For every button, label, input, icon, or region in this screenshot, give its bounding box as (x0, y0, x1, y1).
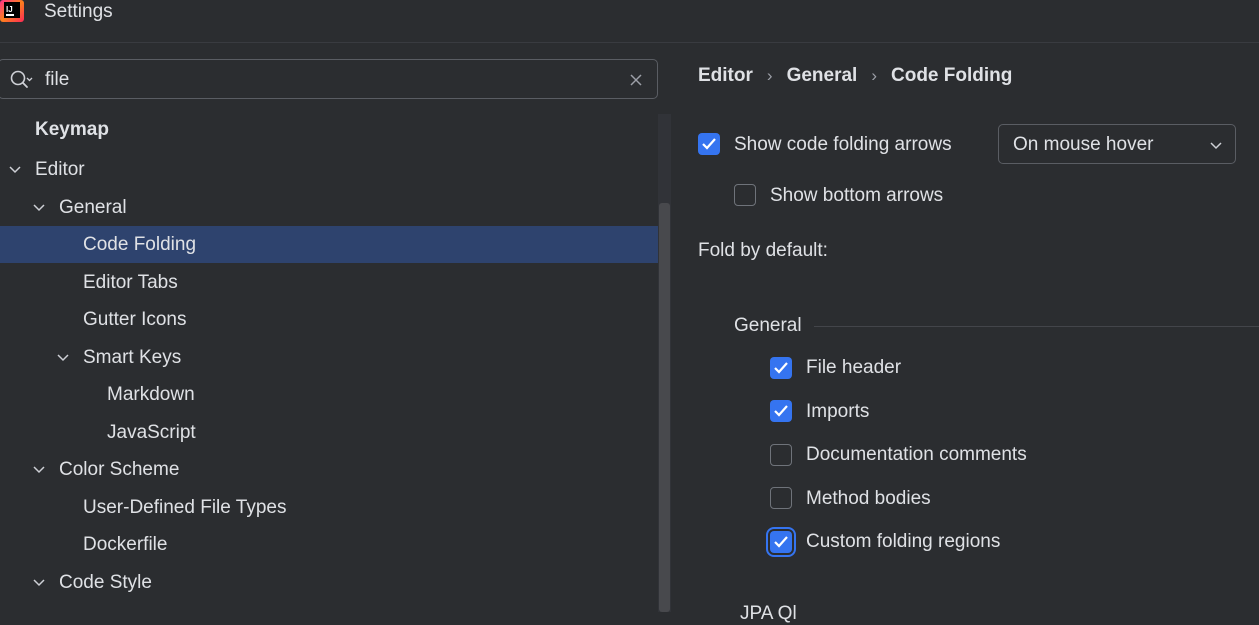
tree-item[interactable]: Color Scheme (0, 451, 671, 488)
tree-item[interactable]: Code Folding (0, 226, 671, 263)
tree-item-label: User-Defined File Types (83, 497, 287, 518)
general-section-title: General (734, 315, 802, 336)
chevron-down-icon[interactable] (32, 463, 46, 477)
tree-item[interactable]: Dockerfile (0, 526, 671, 563)
window-title: Settings (44, 1, 113, 22)
show-arrows-label[interactable]: Show code folding arrows (734, 133, 952, 157)
tree-item-label: Editor (35, 159, 85, 180)
chevron-down-icon[interactable] (32, 201, 46, 215)
tree-item-label: Markdown (107, 384, 195, 405)
tree-item-label: General (59, 197, 127, 218)
file-header-checkbox[interactable] (770, 357, 792, 379)
tree-item[interactable]: Smart Keys (0, 339, 671, 376)
tree-item-label: Keymap (35, 119, 109, 140)
tree-item[interactable]: Editor (0, 151, 671, 188)
clear-icon[interactable] (629, 73, 643, 87)
show-arrows-checkbox[interactable] (698, 133, 720, 155)
show-bottom-arrows-checkbox[interactable] (734, 184, 756, 206)
breadcrumb-item-editor[interactable]: Editor (698, 65, 753, 87)
tree-item-label: Color Scheme (59, 459, 180, 480)
tree-item[interactable]: Keymap (0, 111, 671, 148)
tree-item-label: Code Folding (83, 234, 197, 255)
breadcrumb-item-code-folding: Code Folding (891, 65, 1013, 86)
tree-item-label: Gutter Icons (83, 309, 187, 330)
chevron-down-icon[interactable] (8, 163, 22, 177)
custom-folding-regions-label[interactable]: Custom folding regions (806, 530, 1000, 554)
title-bar: IJ Settings (0, 0, 1259, 43)
custom-folding-regions-checkbox[interactable] (766, 527, 796, 557)
method-bodies-checkbox[interactable] (770, 487, 792, 509)
tree-item[interactable]: Code Style (0, 564, 671, 601)
imports-label[interactable]: Imports (806, 400, 869, 424)
checkmark-icon (702, 138, 716, 150)
tree-item[interactable]: General (0, 189, 671, 226)
chevron-down-icon[interactable] (56, 351, 70, 365)
scrollbar-thumb[interactable] (659, 203, 670, 612)
search-icon[interactable] (9, 69, 33, 91)
search-input[interactable] (45, 68, 605, 92)
checkmark-icon (774, 405, 788, 417)
tree-item[interactable]: JavaScript (0, 414, 671, 451)
checkmark-icon (774, 362, 788, 374)
breadcrumb-separator: › (766, 66, 773, 85)
app-logo-icon: IJ (0, 0, 24, 22)
imports-checkbox[interactable] (770, 400, 792, 422)
settings-sidebar: Keymap Editor General Code Folding Editor Ta… (0, 43, 671, 612)
checkmark-icon (774, 536, 788, 548)
documentation-comments-label[interactable]: Documentation comments (806, 443, 1027, 467)
breadcrumb-item-general[interactable]: General (787, 65, 858, 87)
arrows-mode-dropdown[interactable]: On mouse hover (998, 124, 1236, 164)
tree-item-label: Editor Tabs (83, 272, 178, 293)
arrows-mode-value: On mouse hover (1013, 134, 1154, 155)
breadcrumb: Editor › General › Code Folding (698, 65, 1012, 87)
next-section-title: JPA Ql (740, 603, 797, 624)
file-header-label[interactable]: File header (806, 356, 901, 380)
fold-by-default-label: Fold by default: (698, 240, 828, 261)
settings-content: Editor › General › Code Folding Show code fo… (672, 43, 1259, 624)
method-bodies-label[interactable]: Method bodies (806, 487, 931, 511)
search-box[interactable] (0, 59, 658, 99)
tree-item-label: Code Style (59, 572, 152, 593)
show-bottom-arrows-label[interactable]: Show bottom arrows (770, 184, 943, 208)
tree-item[interactable]: Editor Tabs (0, 264, 671, 301)
chevron-down-icon[interactable] (32, 576, 46, 590)
tree-item-label: Smart Keys (83, 347, 182, 368)
chevron-down-icon (1210, 142, 1222, 150)
tree-item[interactable]: Gutter Icons (0, 301, 671, 338)
section-divider (814, 326, 1259, 327)
tree-item[interactable]: Markdown (0, 376, 671, 413)
documentation-comments-checkbox[interactable] (770, 444, 792, 466)
tree-item[interactable]: User-Defined File Types (0, 489, 671, 526)
tree-item-label: JavaScript (107, 422, 196, 443)
breadcrumb-separator: › (871, 66, 877, 85)
svg-text:IJ: IJ (6, 5, 13, 14)
tree-item-label: Dockerfile (83, 534, 168, 555)
